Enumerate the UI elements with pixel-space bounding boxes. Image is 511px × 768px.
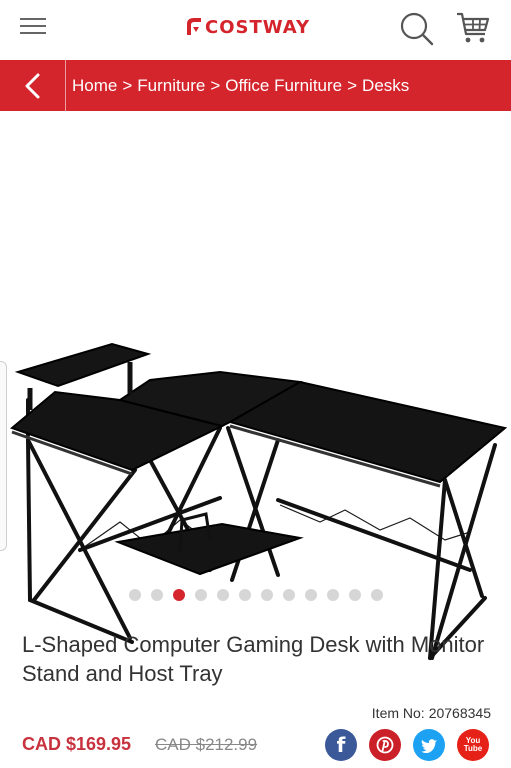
back-button[interactable] [0, 60, 66, 111]
search-icon[interactable] [399, 10, 435, 46]
current-price: CAD $169.95 [22, 734, 132, 754]
carousel-dot[interactable] [260, 589, 273, 601]
carousel-dot[interactable] [150, 589, 163, 601]
pinterest-icon[interactable] [369, 729, 401, 761]
carousel-dots [0, 589, 511, 601]
share-icons: f You Tube [325, 729, 489, 761]
menu-icon[interactable] [20, 13, 48, 41]
item-number: Item No: 20768345 [372, 705, 491, 721]
carousel-dot[interactable] [304, 589, 317, 601]
breadcrumb-office-furniture[interactable]: Office Furniture [225, 76, 342, 96]
carousel-dot[interactable] [216, 589, 229, 601]
breadcrumb-separator: > [347, 75, 358, 95]
breadcrumb-desks[interactable]: Desks [362, 76, 409, 96]
breadcrumb: Home > Furniture > Office Furniture > De… [66, 76, 409, 96]
carousel-dot[interactable] [326, 589, 339, 601]
carousel-dot[interactable] [172, 589, 185, 601]
logo-mark-icon [187, 18, 201, 35]
logo-text: COSTWAY [205, 16, 311, 38]
facebook-icon[interactable]: f [325, 729, 357, 761]
facebook-glyph: f [336, 733, 346, 757]
carousel-dot[interactable] [348, 589, 361, 601]
twitter-glyph [421, 739, 437, 753]
youtube-icon[interactable]: You Tube [457, 729, 489, 761]
product-image [10, 342, 508, 660]
twitter-icon[interactable] [413, 729, 445, 761]
cart-icon[interactable] [455, 10, 491, 46]
carousel-dot[interactable] [238, 589, 251, 601]
carousel-dot[interactable] [194, 589, 207, 601]
item-number-label: Item No: [371, 705, 425, 721]
item-number-value: 20768345 [428, 705, 491, 721]
top-header: COSTWAY [0, 0, 511, 60]
breadcrumb-separator: > [122, 75, 133, 95]
breadcrumb-furniture[interactable]: Furniture [137, 76, 205, 96]
carousel-dot[interactable] [128, 589, 141, 601]
carousel-dot[interactable] [370, 589, 383, 601]
carousel-dot[interactable] [282, 589, 295, 601]
product-title: L-Shaped Computer Gaming Desk with Monit… [22, 632, 485, 686]
chevron-left-icon [25, 73, 39, 98]
breadcrumb-bar: Home > Furniture > Office Furniture > De… [0, 60, 511, 111]
pinterest-glyph [376, 736, 394, 754]
product-image-gallery[interactable] [0, 111, 511, 660]
breadcrumb-home[interactable]: Home [72, 76, 117, 96]
breadcrumb-separator: > [210, 75, 221, 95]
original-price: CAD $212.99 [155, 735, 258, 754]
side-drawer-tab[interactable] [0, 361, 7, 551]
youtube-text-bottom: Tube [463, 744, 483, 753]
costway-logo[interactable]: COSTWAY [184, 12, 310, 42]
